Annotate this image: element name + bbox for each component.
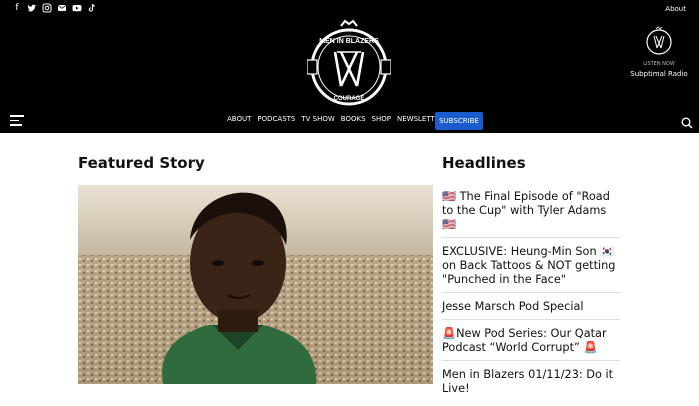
headline-item[interactable]: EXCLUSIVE: Heung-Min Son 🇰🇷 on Back Tatt…: [442, 243, 620, 293]
menu-icon[interactable]: [10, 115, 24, 126]
subscribe-button[interactable]: SUBSCRIBE: [435, 112, 483, 130]
main-nav: ABOUT PODCASTS TV SHOW BOOKS SHOP NEWSLE…: [227, 115, 444, 123]
featured-story-image[interactable]: [78, 185, 433, 384]
site-header: f About MEN IN BLAZERS COURAGE LISTEN NO…: [0, 0, 699, 133]
headline-item[interactable]: Men in Blazers 01/11/23: Do it Live!: [442, 366, 620, 401]
podcast-logo[interactable]: [645, 26, 673, 56]
site-logo[interactable]: MEN IN BLAZERS COURAGE: [306, 18, 392, 108]
social-links: f: [12, 3, 97, 13]
instagram-icon[interactable]: [42, 3, 52, 13]
headlines-heading: Headlines: [442, 154, 526, 172]
tiktok-icon[interactable]: [87, 3, 97, 13]
facebook-icon[interactable]: f: [12, 3, 22, 13]
nav-podcasts[interactable]: PODCASTS: [257, 115, 295, 123]
email-icon[interactable]: [57, 3, 67, 13]
headline-item[interactable]: 🚨New Pod Series: Our Qatar Podcast “Worl…: [442, 325, 620, 361]
headline-item[interactable]: 🇺🇸 The Final Episode of "Road to the Cup…: [442, 188, 620, 238]
about-link[interactable]: About: [665, 5, 686, 13]
featured-story-heading: Featured Story: [78, 154, 205, 172]
listen-now-label: LISTEN NOW: [643, 61, 675, 67]
twitter-icon[interactable]: [27, 3, 37, 13]
nav-tv-show[interactable]: TV SHOW: [301, 115, 334, 123]
logo-text: MEN IN BLAZERS: [319, 38, 379, 45]
search-icon[interactable]: [681, 114, 693, 129]
nav-books[interactable]: BOOKS: [341, 115, 366, 123]
logo-subtext: COURAGE: [334, 96, 365, 102]
suboptimal-radio-link[interactable]: Subptimal Radio: [620, 70, 698, 78]
nav-about[interactable]: ABOUT: [227, 115, 251, 123]
headline-item[interactable]: Jesse Marsch Pod Special: [442, 298, 620, 320]
headlines-list: 🇺🇸 The Final Episode of "Road to the Cup…: [442, 188, 620, 406]
nav-shop[interactable]: SHOP: [372, 115, 391, 123]
youtube-icon[interactable]: [72, 3, 82, 13]
